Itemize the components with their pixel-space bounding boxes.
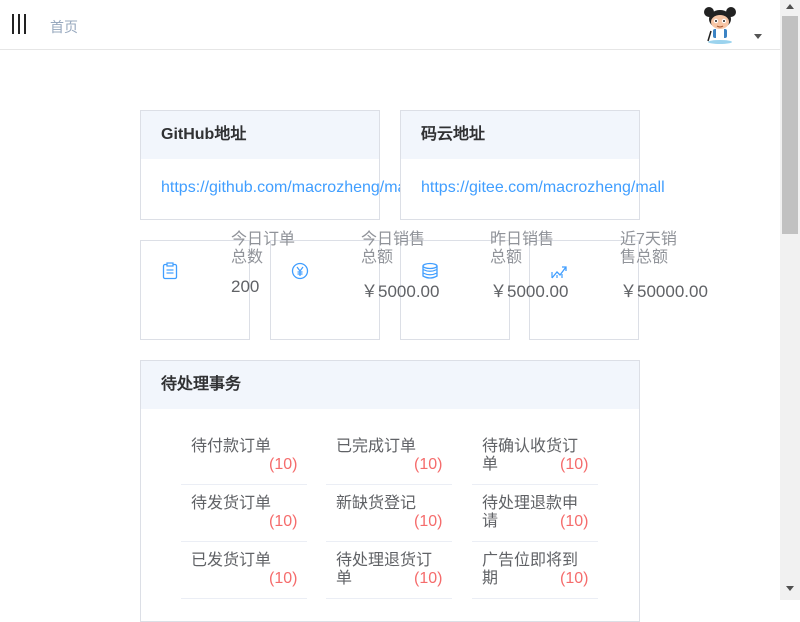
task-count: (10) xyxy=(414,570,443,587)
stat-value: 200 xyxy=(231,277,260,296)
vertical-scrollbar[interactable] xyxy=(780,0,800,600)
task-stockout-registration[interactable]: 新缺货登记 (10) xyxy=(326,495,452,542)
task-pending-receipt[interactable]: 待确认收货订单 (10) xyxy=(472,438,598,485)
stat-label: 今日订单总数 xyxy=(231,231,296,266)
task-label: 待发货订单 xyxy=(191,495,272,512)
stat-value: ￥5000.00 xyxy=(490,282,569,301)
task-completed-orders[interactable]: 已完成订单 (10) xyxy=(326,438,452,485)
stat-value: ￥5000.00 xyxy=(361,282,440,301)
task-count: (10) xyxy=(560,513,589,530)
task-shipped-orders[interactable]: 已发货订单 (10) xyxy=(181,552,307,599)
hamburger-menu-icon[interactable] xyxy=(12,14,28,34)
task-count: (10) xyxy=(269,513,298,530)
task-pending-payment[interactable]: 待付款订单 (10) xyxy=(181,438,307,485)
stat-value: ￥50000.00 xyxy=(620,282,708,301)
gitee-link[interactable]: https://gitee.com/macrozheng/mall xyxy=(421,179,665,197)
task-count: (10) xyxy=(414,513,443,530)
task-ads-expiring[interactable]: 广告位即将到期 (10) xyxy=(472,552,598,599)
task-return-orders[interactable]: 待处理退货订单 (10) xyxy=(326,552,452,599)
task-label: 待付款订单 xyxy=(191,438,272,455)
user-avatar[interactable] xyxy=(700,5,770,45)
dropdown-caret-icon[interactable] xyxy=(754,34,762,39)
github-address-card: GitHub地址 https://github.com/macrozheng/m… xyxy=(140,110,414,220)
task-count: (10) xyxy=(560,570,589,587)
github-link[interactable]: https://github.com/macrozheng/mall xyxy=(161,179,414,197)
task-refund-requests[interactable]: 待处理退款申请 (10) xyxy=(472,495,598,542)
clipboard-icon xyxy=(162,262,178,280)
stat-label: 近7天销售总额 xyxy=(620,231,677,266)
octocat-avatar-icon xyxy=(704,7,736,44)
scroll-up-arrow-icon[interactable] xyxy=(786,4,794,9)
task-count: (10) xyxy=(269,570,298,587)
task-label: 已完成订单 xyxy=(336,438,417,455)
card-title: 码云地址 xyxy=(401,111,639,159)
task-pending-shipment[interactable]: 待发货订单 (10) xyxy=(181,495,307,542)
scroll-thumb[interactable] xyxy=(782,16,798,234)
card-title: GitHub地址 xyxy=(141,111,379,159)
navbar: 首页 xyxy=(0,0,780,50)
task-label: 新缺货登记 xyxy=(336,495,417,512)
task-count: (10) xyxy=(560,456,589,473)
task-count: (10) xyxy=(269,456,298,473)
breadcrumb-home[interactable]: 首页 xyxy=(50,17,78,37)
stat-label: 今日销售总额 xyxy=(361,231,426,266)
gitee-address-card: 码云地址 https://gitee.com/macrozheng/mall xyxy=(400,110,665,220)
panel-title: 待处理事务 xyxy=(141,361,639,409)
task-label: 已发货订单 xyxy=(191,552,272,569)
stat-label: 昨日销售总额 xyxy=(490,231,555,266)
scroll-down-arrow-icon[interactable] xyxy=(786,586,794,591)
task-count: (10) xyxy=(414,456,443,473)
